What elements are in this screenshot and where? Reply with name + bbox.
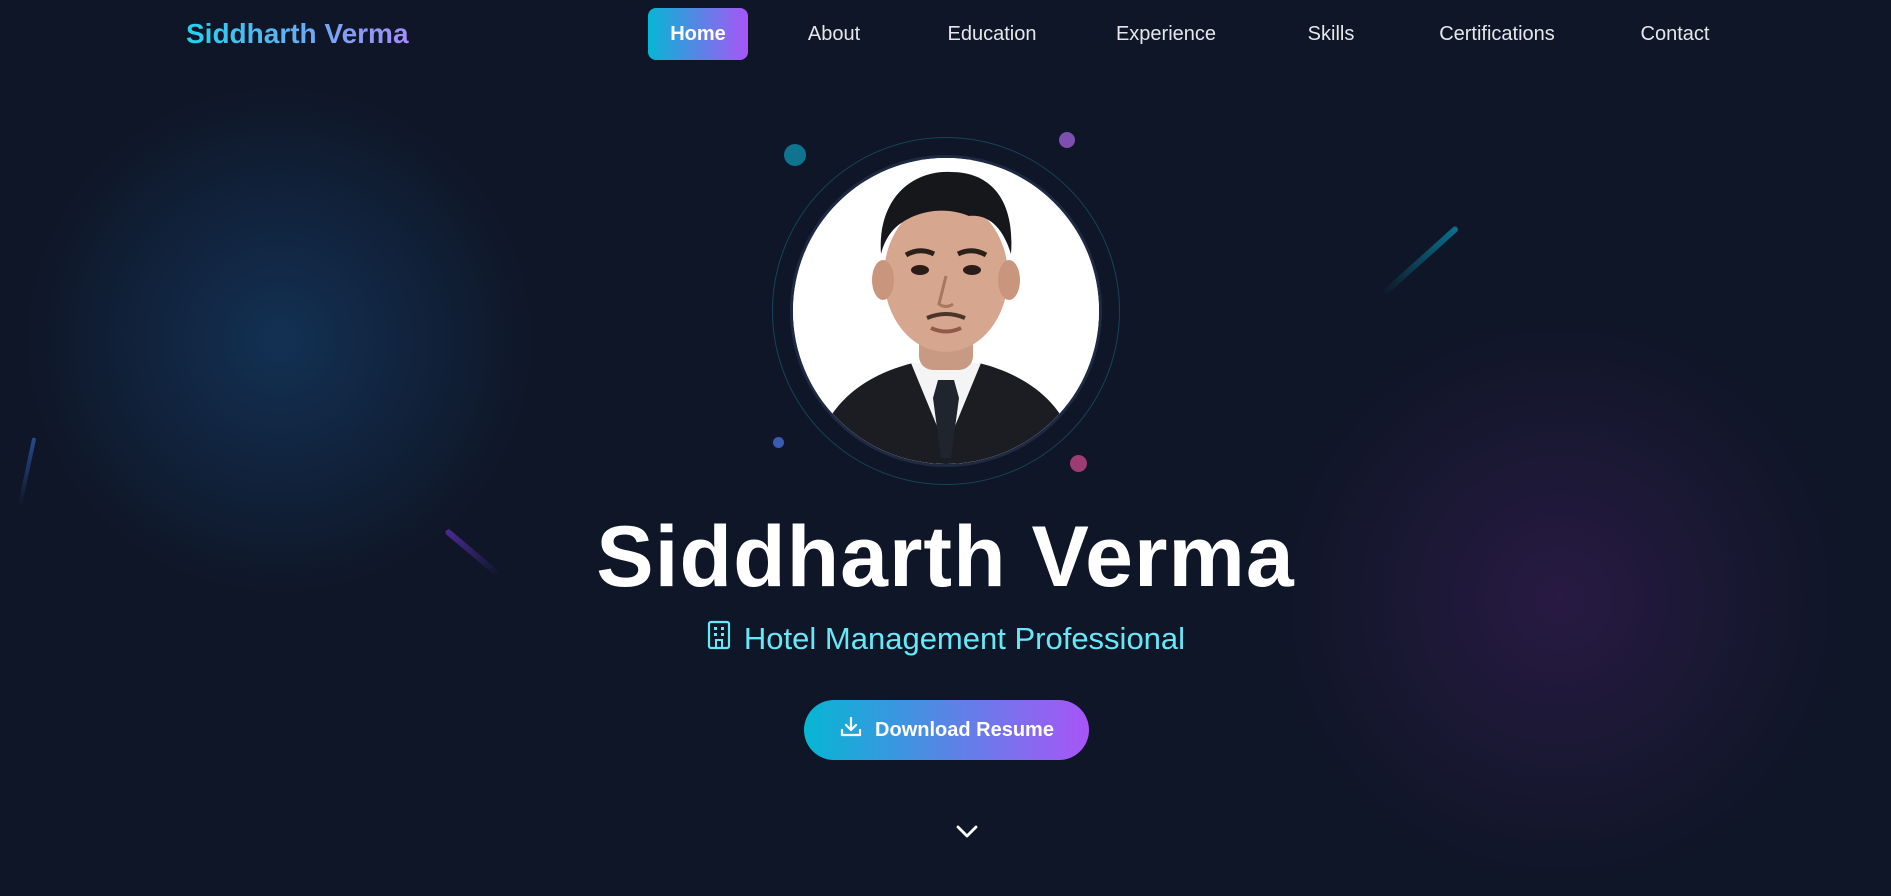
- nav-item-about[interactable]: About: [748, 8, 920, 60]
- download-icon: [839, 715, 863, 745]
- nav-item-experience[interactable]: Experience: [1064, 8, 1268, 60]
- nav-item-skills[interactable]: Skills: [1268, 8, 1394, 60]
- profile-photo-illustration: [793, 158, 1099, 464]
- nav-item-education[interactable]: Education: [920, 8, 1064, 60]
- decorative-dot: [1070, 455, 1087, 472]
- nav-item-contact[interactable]: Contact: [1600, 8, 1750, 60]
- chevron-down-icon[interactable]: [954, 818, 980, 844]
- brand-logo[interactable]: Siddharth Verma: [186, 18, 409, 50]
- decorative-dot: [784, 144, 806, 166]
- decorative-dot: [773, 437, 784, 448]
- nav-links: Home About Education Experience Skills C…: [648, 8, 1750, 60]
- decorative-streak: [17, 437, 37, 507]
- profile-photo: [793, 158, 1099, 464]
- nav-item-certifications[interactable]: Certifications: [1394, 8, 1600, 60]
- hero-role: Hotel Management Professional: [0, 620, 1891, 658]
- download-resume-label: Download Resume: [875, 718, 1054, 741]
- navbar: Siddharth Verma Home About Education Exp…: [0, 0, 1891, 70]
- hero-role-text: Hotel Management Professional: [743, 621, 1186, 656]
- nav-item-home[interactable]: Home: [648, 8, 748, 60]
- decorative-streak: [1380, 225, 1460, 297]
- decorative-dot: [1059, 132, 1075, 148]
- avatar: [772, 137, 1120, 485]
- download-resume-button[interactable]: Download Resume: [804, 700, 1089, 760]
- hero-name: Siddharth Verma: [596, 509, 1295, 605]
- building-icon: [706, 620, 732, 658]
